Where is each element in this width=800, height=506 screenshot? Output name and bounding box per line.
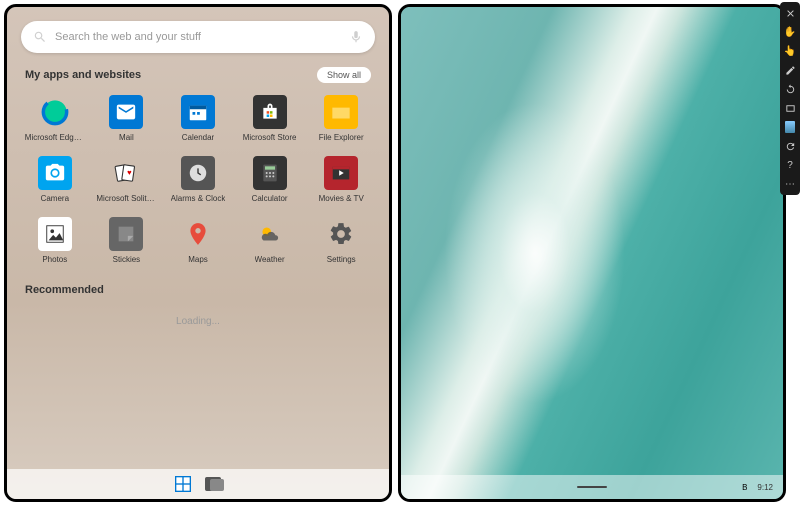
app-calc[interactable]: Calculator [236, 152, 304, 207]
calendar-icon [181, 95, 215, 129]
task-view-button[interactable] [205, 477, 221, 491]
app-sticky[interactable]: Stickies [93, 213, 161, 268]
app-label: Calculator [252, 194, 288, 203]
sticky-icon [109, 217, 143, 251]
edge-icon [38, 95, 72, 129]
clock-icon [181, 156, 215, 190]
apps-grid: Microsoft Edge ... Mail Calendar Microsoft … [21, 91, 375, 268]
app-weather[interactable]: Weather [236, 213, 304, 268]
hand2-icon[interactable]: 👆 [783, 44, 797, 58]
app-label: Microsoft Edge ... [25, 133, 85, 142]
taskbar-right: B 9:12 [401, 475, 783, 499]
taskbar-handle[interactable] [577, 486, 607, 488]
mic-icon[interactable] [349, 30, 363, 44]
app-label: Movies & TV [319, 194, 364, 203]
emulator-toolbar: ✋ 👆 ? ⋯ [780, 2, 800, 195]
refresh-icon[interactable] [783, 139, 797, 153]
pencil-icon[interactable] [783, 63, 797, 77]
app-clock[interactable]: Alarms & Clock [164, 152, 232, 207]
apps-title: My apps and websites [25, 69, 141, 81]
movie-icon [324, 156, 358, 190]
more-icon[interactable]: ⋯ [783, 177, 797, 191]
store-icon [253, 95, 287, 129]
search-icon [33, 30, 47, 44]
photos-icon [38, 217, 72, 251]
app-label: File Explorer [319, 133, 364, 142]
app-label: Microsoft Store [243, 133, 297, 142]
battery-icon: B [742, 483, 747, 492]
app-camera[interactable]: Camera [21, 152, 89, 207]
svg-text:♥: ♥ [127, 168, 132, 177]
app-movie[interactable]: Movies & TV [307, 152, 375, 207]
cards-icon: ♥ [109, 156, 143, 190]
rect-icon[interactable] [783, 101, 797, 115]
app-label: Settings [327, 255, 356, 264]
mail-icon [109, 95, 143, 129]
taskbar-left [7, 469, 389, 499]
recommended-title: Recommended [25, 284, 104, 296]
apps-section-header: My apps and websites Show all [25, 67, 371, 83]
close-icon[interactable] [783, 6, 797, 20]
loading-text: Loading... [7, 316, 389, 327]
left-screen: Search the web and your stuff My apps an… [4, 4, 392, 502]
app-label: Photos [42, 255, 67, 264]
hand-icon[interactable]: ✋ [783, 25, 797, 39]
folder-icon [324, 95, 358, 129]
app-label: Microsoft Solita... [96, 194, 156, 203]
app-label: Alarms & Clock [171, 194, 226, 203]
app-label: Weather [255, 255, 285, 264]
app-gear[interactable]: Settings [307, 213, 375, 268]
clock: 9:12 [757, 483, 773, 492]
recommended-header: Recommended [25, 284, 371, 296]
device-icon[interactable] [783, 120, 797, 134]
show-all-button[interactable]: Show all [317, 67, 371, 83]
app-label: Maps [188, 255, 208, 264]
wallpaper-ocean [401, 7, 783, 499]
help-icon[interactable]: ? [783, 158, 797, 172]
pin-icon [181, 217, 215, 251]
search-bar[interactable]: Search the web and your stuff [21, 21, 375, 53]
right-screen: B 9:12 [398, 4, 786, 502]
app-calendar[interactable]: Calendar [164, 91, 232, 146]
app-store[interactable]: Microsoft Store [236, 91, 304, 146]
camera-icon [38, 156, 72, 190]
app-label: Stickies [113, 255, 141, 264]
app-edge[interactable]: Microsoft Edge ... [21, 91, 89, 146]
app-folder[interactable]: File Explorer [307, 91, 375, 146]
app-mail[interactable]: Mail [93, 91, 161, 146]
start-button[interactable] [175, 476, 191, 492]
rotate-icon[interactable] [783, 82, 797, 96]
app-photos[interactable]: Photos [21, 213, 89, 268]
app-label: Camera [41, 194, 69, 203]
app-label: Calendar [182, 133, 214, 142]
app-cards[interactable]: ♥ Microsoft Solita... [93, 152, 161, 207]
calc-icon [253, 156, 287, 190]
app-label: Mail [119, 133, 134, 142]
weather-icon [253, 217, 287, 251]
app-pin[interactable]: Maps [164, 213, 232, 268]
gear-icon [324, 217, 358, 251]
search-placeholder: Search the web and your stuff [55, 31, 349, 43]
